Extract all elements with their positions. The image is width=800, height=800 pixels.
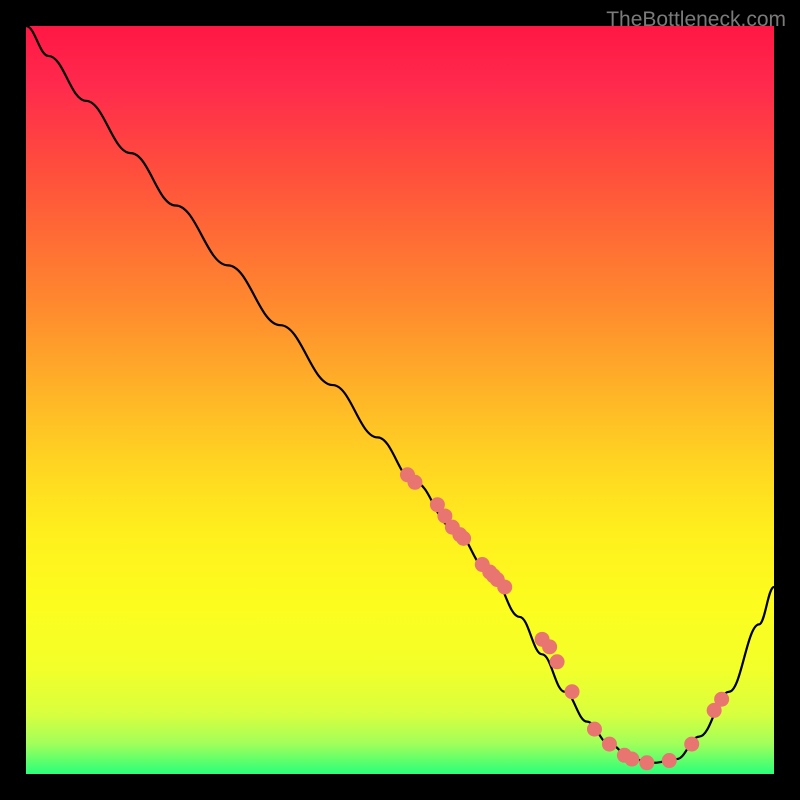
data-point bbox=[550, 654, 565, 669]
data-point bbox=[565, 684, 580, 699]
data-point bbox=[542, 639, 557, 654]
data-points bbox=[26, 26, 774, 774]
data-point bbox=[684, 737, 699, 752]
chart-container bbox=[26, 26, 774, 774]
data-point bbox=[497, 580, 512, 595]
data-point bbox=[714, 692, 729, 707]
data-point bbox=[456, 531, 471, 546]
data-point bbox=[639, 755, 654, 770]
data-point bbox=[624, 752, 639, 767]
data-point bbox=[407, 475, 422, 490]
watermark-text: TheBottleneck.com bbox=[606, 8, 786, 32]
data-point bbox=[602, 737, 617, 752]
data-point bbox=[587, 722, 602, 737]
data-point bbox=[662, 753, 677, 768]
